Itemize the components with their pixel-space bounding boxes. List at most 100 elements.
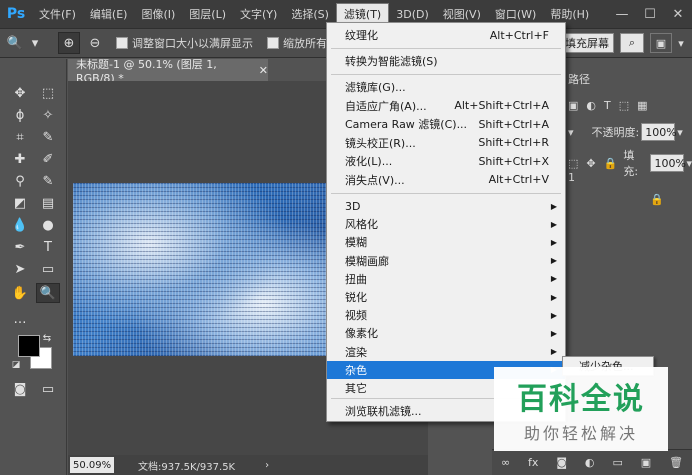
menu-item-last-filter[interactable]: 纹理化 Alt+Ctrl+F: [327, 26, 565, 44]
zoom-tool-preset-icon[interactable]: 🔍: [4, 32, 26, 54]
delete-layer-icon[interactable]: 🗑: [669, 456, 683, 469]
submenu-arrow-icon: ▶: [550, 201, 557, 211]
filter-submenu-item[interactable]: 扭曲 ▶: [327, 270, 565, 288]
panel-tab-paths[interactable]: 路径: [568, 71, 590, 87]
new-group-icon[interactable]: ▭: [612, 456, 622, 469]
more-tools-icon[interactable]: …: [8, 309, 32, 329]
filter-menu-item[interactable]: 消失点(V)... Alt+Ctrl+V: [327, 171, 565, 189]
menu-separator: [331, 74, 561, 75]
menu-item-label: 视频: [345, 309, 367, 323]
eyedropper-icon[interactable]: ✎: [36, 127, 60, 147]
filter-shape-icon[interactable]: ⬚: [619, 99, 629, 112]
swap-colors-icon[interactable]: ⇆: [40, 331, 54, 345]
layer-style-icon[interactable]: fx: [528, 456, 538, 469]
path-selection-icon[interactable]: ➤: [8, 259, 32, 279]
maximize-icon[interactable]: ☐: [636, 0, 664, 28]
filter-submenu-item[interactable]: 像素化 ▶: [327, 324, 565, 342]
filter-submenu-item[interactable]: 视频 ▶: [327, 306, 565, 324]
close-icon[interactable]: ✕: [259, 64, 268, 77]
filter-type-icon[interactable]: T: [604, 99, 611, 112]
menu-0[interactable]: 文件(F): [32, 3, 83, 25]
menu-1[interactable]: 编辑(E): [83, 3, 135, 25]
filter-menu-item[interactable]: 镜头校正(R)... Shift+Ctrl+R: [327, 134, 565, 152]
zoom-level-field[interactable]: 50.09%: [70, 457, 114, 473]
filter-submenu-item[interactable]: 3D ▶: [327, 197, 565, 215]
filter-submenu-item[interactable]: 模糊画廊 ▶: [327, 252, 565, 270]
crop-tool-icon[interactable]: ⌗: [8, 127, 32, 147]
menu-item-convert-smart-filter[interactable]: 转换为智能滤镜(S): [327, 52, 565, 70]
image-canvas[interactable]: [73, 183, 328, 356]
blur-tool-icon[interactable]: 💧: [8, 215, 32, 235]
filter-menu-item[interactable]: 自适应广角(A)... Alt+Shift+Ctrl+A: [327, 97, 565, 115]
zoom-out-icon[interactable]: ⊖: [84, 32, 106, 54]
filter-submenu-item[interactable]: 渲染 ▶: [327, 343, 565, 361]
default-colors-icon[interactable]: ◪: [10, 359, 22, 371]
type-tool-icon[interactable]: T: [36, 237, 60, 257]
filter-submenu-item[interactable]: 锐化 ▶: [327, 288, 565, 306]
zoom-in-icon[interactable]: ⊕: [58, 32, 80, 54]
marquee-tool-icon[interactable]: ⬚: [36, 83, 60, 103]
rectangle-tool-icon[interactable]: ▭: [36, 259, 60, 279]
chevron-down-icon[interactable]: ▾: [30, 32, 40, 54]
history-brush-icon[interactable]: ✎: [36, 171, 60, 191]
chevron-down-icon[interactable]: ▾: [686, 157, 692, 170]
menu-item-label: 液化(L)...: [345, 155, 393, 168]
clone-stamp-icon[interactable]: ⚲: [8, 171, 32, 191]
filter-menu-item[interactable]: 液化(L)... Shift+Ctrl+X: [327, 152, 565, 170]
filter-adjust-icon[interactable]: ◐: [586, 99, 596, 112]
chevron-down-icon[interactable]: ▾: [674, 33, 688, 53]
document-tab[interactable]: 未标题-1 @ 50.1% (图层 1, RGB/8) * ✕: [68, 58, 268, 85]
resize-windows-checkbox[interactable]: [116, 37, 128, 49]
fill-screen-button[interactable]: 填充屏幕: [560, 33, 614, 53]
menu-3[interactable]: 图层(L): [182, 3, 233, 25]
menu-item-label: 渲染: [345, 345, 367, 359]
adjustment-layer-icon[interactable]: ◐: [585, 456, 595, 469]
filter-submenu-item[interactable]: 模糊 ▶: [327, 233, 565, 251]
link-layers-icon[interactable]: ∞: [501, 456, 510, 469]
zoom-tool-icon[interactable]: 🔍: [36, 283, 60, 303]
screen-mode-icon[interactable]: ▭: [36, 379, 60, 399]
workspace-icon[interactable]: ▣: [650, 33, 672, 53]
chevron-right-icon[interactable]: ›: [265, 460, 269, 471]
magic-wand-icon[interactable]: ✧: [36, 105, 60, 125]
filter-pixel-icon[interactable]: ▣: [568, 99, 578, 112]
chevron-down-icon[interactable]: ▾: [677, 126, 683, 139]
lock-position-icon[interactable]: ✥: [586, 157, 595, 170]
brush-tool-icon[interactable]: ✐: [36, 149, 60, 169]
menu-item-label: 锐化: [345, 291, 367, 304]
layer-name[interactable]: 1: [568, 171, 575, 184]
lock-pixels-icon[interactable]: ⬚: [568, 157, 578, 170]
search-icon[interactable]: ⌕: [620, 33, 644, 53]
filter-menu-item[interactable]: 滤镜库(G)...: [327, 78, 565, 96]
zoom-all-checkbox[interactable]: [267, 37, 279, 49]
filter-menu-item[interactable]: Camera Raw 滤镜(C)... Shift+Ctrl+A: [327, 115, 565, 133]
menu-item-shortcut: Shift+Ctrl+R: [478, 136, 549, 149]
chevron-down-icon[interactable]: ▾: [568, 126, 574, 139]
dodge-tool-icon[interactable]: ●: [36, 215, 60, 235]
healing-brush-icon[interactable]: ✚: [8, 149, 32, 169]
eraser-icon[interactable]: ◩: [8, 193, 32, 213]
close-icon[interactable]: ✕: [664, 0, 692, 28]
menu-2[interactable]: 图像(I): [134, 3, 182, 25]
foreground-color-swatch[interactable]: [18, 335, 40, 357]
minimize-icon[interactable]: —: [608, 0, 636, 28]
filter-submenu-item[interactable]: 风格化 ▶: [327, 215, 565, 233]
watermark-title: 百科全说: [517, 382, 645, 417]
hand-tool-icon[interactable]: ✋: [8, 283, 32, 303]
layer-mask-icon[interactable]: ◙: [556, 456, 567, 469]
document-info[interactable]: 文档:937.5K/937.5K: [138, 458, 235, 473]
menu-item-label: 模糊画廊: [345, 254, 389, 268]
menu-4[interactable]: 文字(Y): [233, 3, 284, 25]
filter-smart-icon[interactable]: ▦: [637, 99, 647, 112]
move-tool-icon[interactable]: ✥: [8, 83, 32, 103]
menu-item-shortcut: Shift+Ctrl+A: [478, 117, 549, 131]
new-layer-icon[interactable]: ▣: [641, 456, 651, 469]
gradient-tool-icon[interactable]: ▤: [36, 193, 60, 213]
lasso-tool-icon[interactable]: ϕ: [8, 105, 32, 125]
layers-panel-footer: ∞ fx ◙ ◐ ▭ ▣ 🗑: [492, 449, 692, 475]
opacity-field[interactable]: 100%: [641, 123, 677, 141]
lock-all-icon[interactable]: 🔒: [604, 157, 618, 170]
quick-mask-icon[interactable]: ◙: [8, 379, 32, 399]
fill-field[interactable]: 100%: [650, 154, 686, 172]
pen-tool-icon[interactable]: ✒: [8, 237, 32, 257]
